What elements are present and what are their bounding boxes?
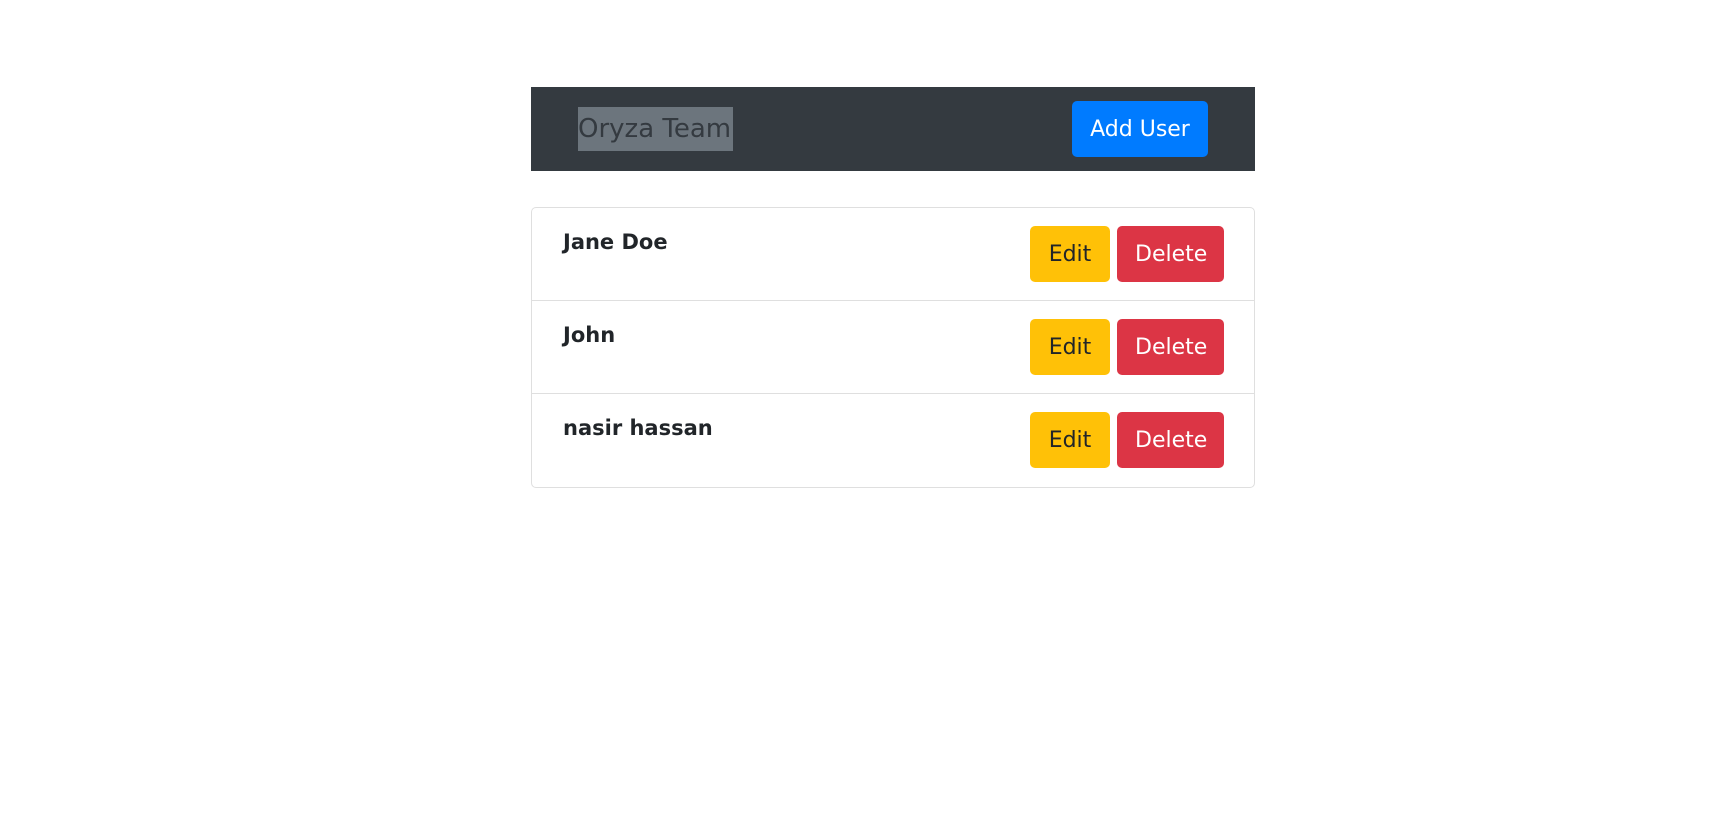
delete-button[interactable]: Delete <box>1117 412 1224 468</box>
user-list: Jane Doe Edit Delete John Edit Delete na… <box>531 207 1255 488</box>
edit-button[interactable]: Edit <box>1030 319 1110 375</box>
add-user-button[interactable]: Add User <box>1072 101 1208 157</box>
brand-title[interactable]: Oryza Team <box>578 107 734 151</box>
row-actions: Edit Delete <box>1030 412 1224 487</box>
user-name: John <box>563 323 616 347</box>
edit-button[interactable]: Edit <box>1030 226 1110 282</box>
edit-button[interactable]: Edit <box>1030 412 1110 468</box>
user-name: nasir hassan <box>563 416 713 440</box>
list-item: nasir hassan Edit Delete <box>532 394 1254 487</box>
row-actions: Edit Delete <box>1030 319 1224 393</box>
user-name: Jane Doe <box>563 230 668 254</box>
app-container: Oryza Team Add User Jane Doe Edit Delete… <box>531 87 1255 488</box>
navbar: Oryza Team Add User <box>531 87 1255 171</box>
list-item: John Edit Delete <box>532 301 1254 394</box>
row-actions: Edit Delete <box>1030 226 1224 300</box>
delete-button[interactable]: Delete <box>1117 226 1224 282</box>
list-item: Jane Doe Edit Delete <box>532 208 1254 301</box>
delete-button[interactable]: Delete <box>1117 319 1224 375</box>
